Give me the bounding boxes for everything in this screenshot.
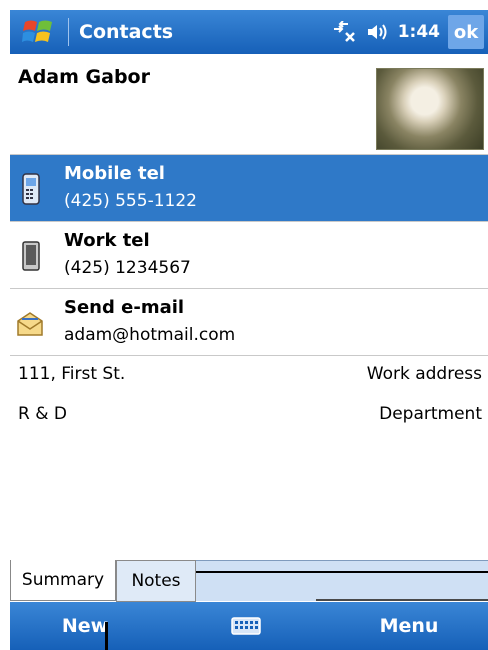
- department-value: R & D: [18, 404, 67, 424]
- contact-name: Adam Gabor: [18, 66, 150, 88]
- tab-strip-line: [196, 571, 488, 573]
- work-address-row[interactable]: 111, First St. Work address: [10, 356, 488, 396]
- mobile-phone-icon: [22, 173, 40, 205]
- work-tel-value: (425) 1234567: [64, 258, 191, 278]
- menu-button[interactable]: Menu: [354, 602, 464, 650]
- status-area: 1:44 ok: [332, 15, 488, 49]
- contact-photo[interactable]: [376, 68, 484, 150]
- contact-header: Adam Gabor: [10, 54, 488, 155]
- tab-notes[interactable]: Notes: [116, 560, 196, 602]
- work-address-label: Work address: [366, 364, 482, 384]
- clock[interactable]: 1:44: [398, 22, 440, 42]
- tab-strip: Summary Notes: [10, 560, 488, 602]
- department-row[interactable]: R & D Department: [10, 396, 488, 436]
- volume-icon[interactable]: [366, 22, 390, 42]
- mobile-tel-value: (425) 555-1122: [64, 191, 197, 211]
- department-label: Department: [379, 404, 482, 424]
- work-tel-row[interactable]: Work tel (425) 1234567: [10, 222, 488, 289]
- desk-phone-icon: [22, 241, 40, 271]
- connectivity-icon[interactable]: [332, 21, 358, 43]
- start-button[interactable]: [10, 10, 68, 54]
- send-email-row[interactable]: Send e-mail adam@hotmail.com: [10, 289, 488, 356]
- send-email-label: Send e-mail: [64, 297, 185, 318]
- ok-button[interactable]: ok: [448, 15, 484, 49]
- work-address-value: 111, First St.: [18, 364, 126, 384]
- envelope-icon: [17, 312, 43, 336]
- tab-summary[interactable]: Summary: [10, 560, 116, 601]
- title-separator: [68, 18, 69, 46]
- title-bar: Contacts 1:44 ok: [10, 10, 488, 54]
- keyboard-icon: [231, 617, 261, 635]
- app-title: Contacts: [79, 21, 174, 43]
- keyboard-button[interactable]: [224, 602, 268, 650]
- new-button[interactable]: New: [40, 602, 130, 650]
- menu-bar: New Menu: [10, 602, 488, 650]
- mobile-tel-row[interactable]: Mobile tel (425) 555-1122: [10, 155, 488, 222]
- tab-strip-background: [196, 560, 488, 601]
- text-cursor: [105, 622, 108, 650]
- tab-strip-underline: [316, 599, 488, 601]
- mobile-tel-label: Mobile tel: [64, 163, 165, 184]
- email-value: adam@hotmail.com: [64, 325, 236, 345]
- work-tel-label: Work tel: [64, 230, 150, 251]
- windows-flag-icon: [22, 20, 52, 42]
